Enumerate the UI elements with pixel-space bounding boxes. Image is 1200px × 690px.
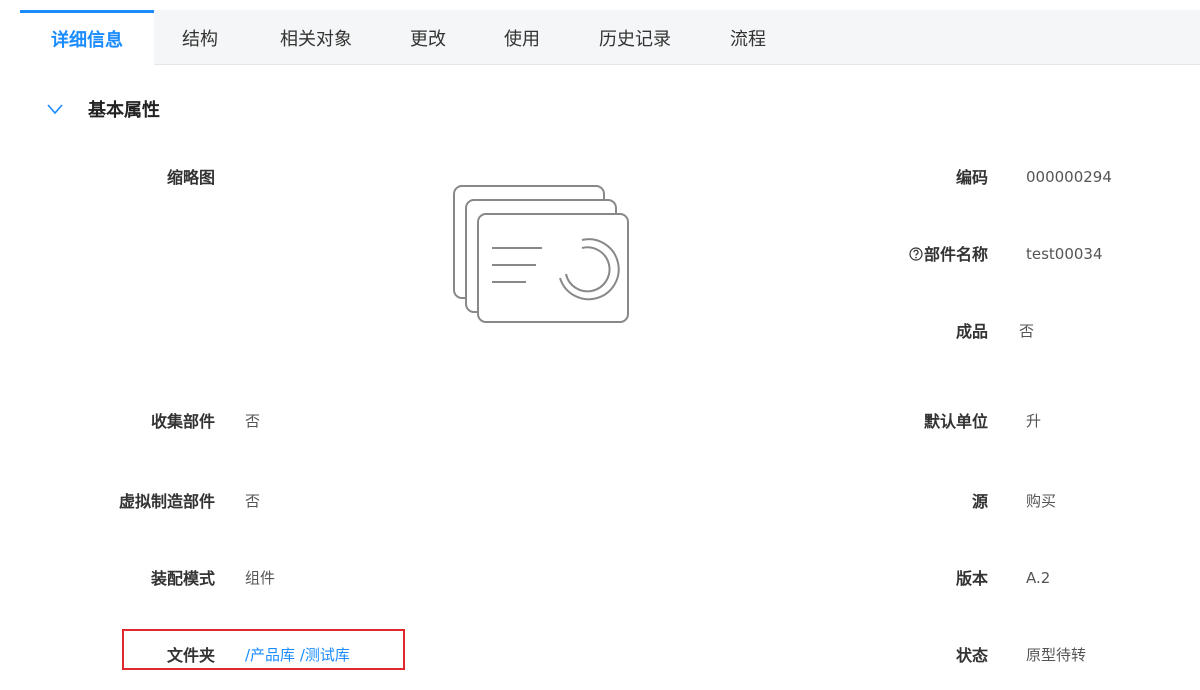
folder-label: 文件夹 (166, 646, 215, 665)
tab-workflow[interactable]: 流程 (718, 10, 778, 64)
default-unit-value: 升 (1026, 412, 1042, 430)
code-label: 编码 (955, 168, 988, 187)
collect-part-value: 否 (245, 412, 261, 430)
thumbnail-label: 缩略图 (166, 168, 215, 187)
assembly-mode-label: 装配模式 (150, 569, 215, 588)
finished-label: 成品 (955, 322, 988, 341)
thumbnail-placeholder-icon (453, 185, 629, 323)
source-label: 源 (971, 492, 988, 511)
version-value: A.2 (1026, 569, 1051, 587)
assembly-mode-value: 组件 (245, 569, 276, 587)
status-label: 状态 (955, 646, 988, 665)
status-value: 原型待转 (1026, 646, 1087, 664)
part-name-value: test00034 (1026, 245, 1103, 263)
virtual-part-value: 否 (245, 492, 261, 510)
finished-value: 否 (1019, 322, 1035, 340)
tab-details[interactable]: 详细信息 (20, 10, 154, 68)
tab-usage[interactable]: 使用 (492, 10, 552, 64)
chevron-down-icon[interactable] (44, 98, 66, 120)
virtual-part-label: 虚拟制造部件 (118, 492, 215, 511)
tab-structure[interactable]: 结构 (170, 10, 230, 64)
tab-related-objects[interactable]: 相关对象 (266, 10, 366, 64)
default-unit-label: 默认单位 (923, 412, 988, 431)
version-label: 版本 (955, 569, 988, 588)
part-name-label: 部件名称 (923, 245, 988, 264)
tab-bar: 详细信息 结构 相关对象 更改 使用 历史记录 流程 (20, 10, 1200, 68)
tab-changes[interactable]: 更改 (398, 10, 458, 64)
section-title: 基本属性 (88, 100, 160, 121)
part-name-label-group: 部件名称 (909, 241, 988, 265)
code-value: 000000294 (1026, 168, 1112, 186)
tab-history[interactable]: 历史记录 (585, 10, 685, 64)
source-value: 购买 (1026, 492, 1057, 510)
help-icon[interactable] (909, 247, 923, 261)
collect-part-label: 收集部件 (150, 412, 215, 431)
folder-path-link[interactable]: /产品库 /测试库 (245, 644, 350, 665)
